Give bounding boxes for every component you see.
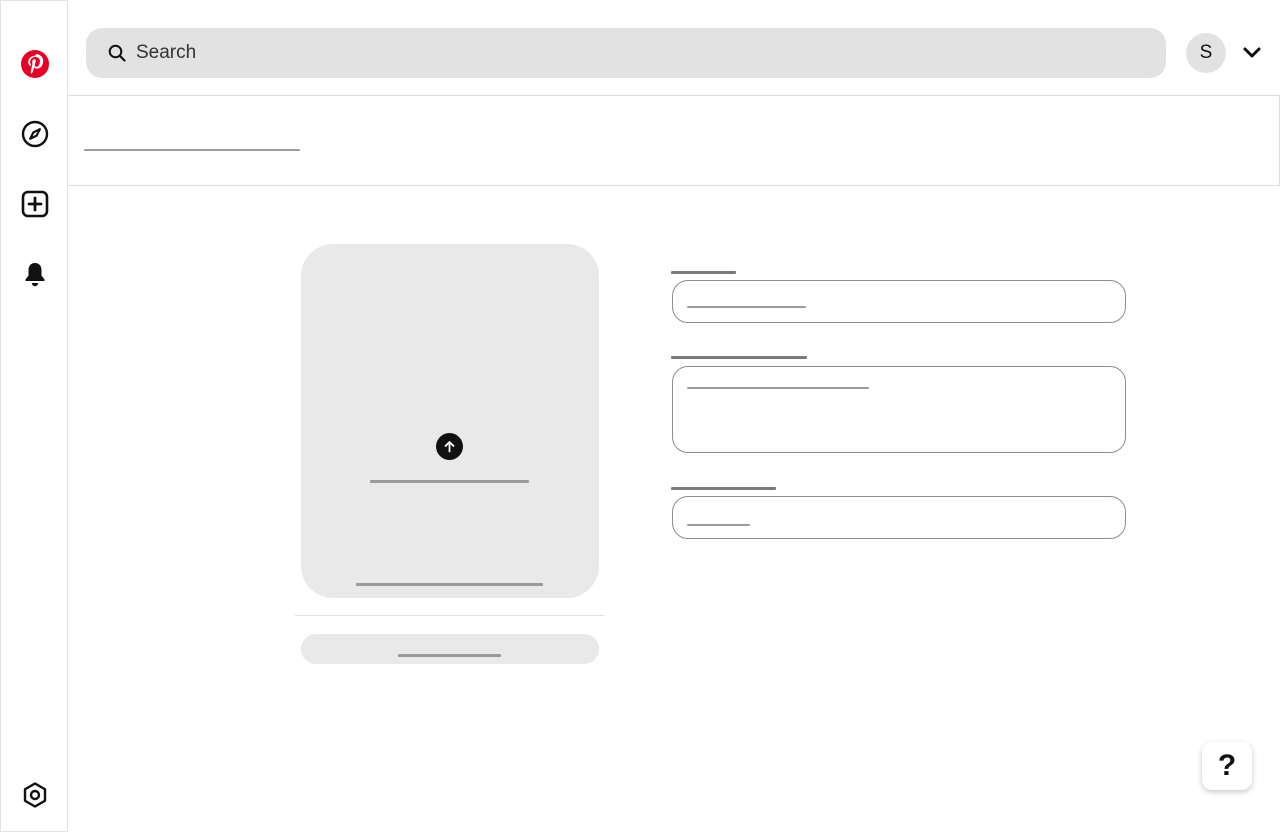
upload-recommendation-placeholder <box>356 583 543 586</box>
link-field-label-placeholder <box>671 487 776 490</box>
plus-square-icon[interactable] <box>15 184 55 224</box>
bell-icon[interactable] <box>15 254 55 294</box>
search-bar[interactable] <box>86 28 1166 78</box>
save-from-url-button[interactable] <box>301 634 599 664</box>
search-input[interactable] <box>136 28 1166 78</box>
upload-dropzone[interactable] <box>301 244 599 598</box>
search-icon <box>108 44 126 62</box>
title-field-placeholder <box>687 306 806 308</box>
title-field-label-placeholder <box>671 271 736 274</box>
save-from-url-label-placeholder <box>398 654 501 657</box>
description-field-placeholder <box>687 387 869 389</box>
description-field[interactable] <box>672 366 1126 453</box>
title-bar <box>68 95 1280 186</box>
pinterest-logo-icon[interactable] <box>15 44 55 84</box>
sidebar <box>0 0 68 832</box>
title-field[interactable] <box>672 280 1126 323</box>
page-title-placeholder <box>84 149 300 151</box>
arrow-up-icon <box>436 433 463 460</box>
avatar-initial: S <box>1199 42 1213 63</box>
gear-icon[interactable] <box>15 775 55 815</box>
chevron-down-icon[interactable] <box>1238 40 1266 66</box>
app-window: S ? <box>0 0 1280 832</box>
link-field-placeholder <box>687 524 750 526</box>
compass-icon[interactable] <box>15 114 55 154</box>
help-button-label: ? <box>1217 749 1237 782</box>
divider <box>295 615 604 616</box>
description-field-label-placeholder <box>671 356 807 359</box>
link-field[interactable] <box>672 496 1126 539</box>
help-button[interactable]: ? <box>1202 742 1252 790</box>
avatar[interactable]: S <box>1186 33 1226 73</box>
upload-instruction-placeholder <box>370 480 529 483</box>
